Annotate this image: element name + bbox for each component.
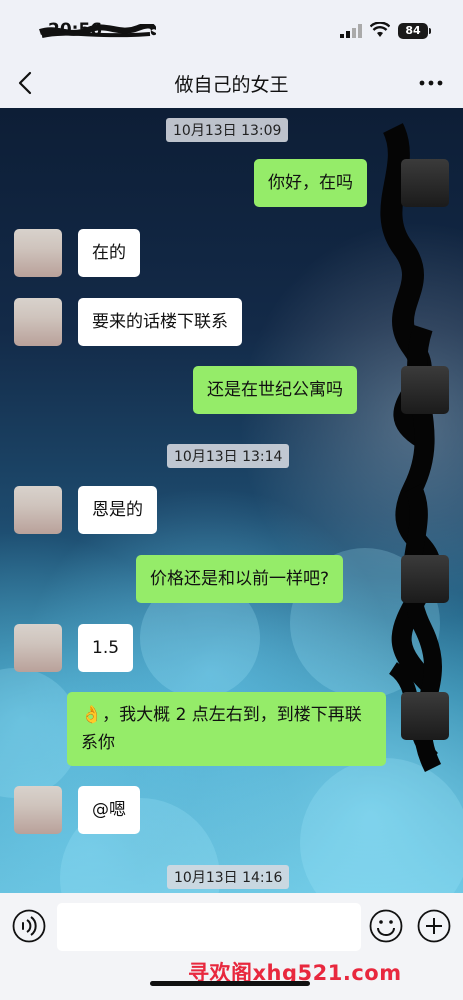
status-bar: 20:56 84 xyxy=(0,0,463,58)
sent-message[interactable]: 还是在世纪公寓吗 xyxy=(193,366,357,414)
received-message[interactable]: 在的 xyxy=(78,229,140,277)
signal-icon xyxy=(340,24,362,38)
emoji-icon[interactable] xyxy=(369,909,403,943)
timestamp: 10月13日 14:16 xyxy=(167,865,290,889)
voice-icon[interactable] xyxy=(12,909,46,943)
home-indicator xyxy=(150,981,310,986)
redaction-scribble xyxy=(39,24,156,38)
ok-hand-emoji: 👌 xyxy=(81,705,103,725)
self-avatar[interactable] xyxy=(401,366,449,414)
wifi-icon xyxy=(370,22,390,37)
contact-avatar[interactable] xyxy=(14,786,62,834)
sent-message[interactable]: 价格还是和以前一样吧? xyxy=(136,555,344,603)
contact-avatar[interactable] xyxy=(14,298,62,346)
received-message[interactable]: 恩是的 xyxy=(78,486,157,534)
message-text: ，我大概 2 点左右到，到楼下再联系你 xyxy=(81,705,362,753)
redaction-scribble xyxy=(380,123,442,773)
received-message[interactable]: 要来的话楼下联系 xyxy=(78,298,242,346)
more-icon[interactable] xyxy=(419,80,443,86)
input-bar: 寻欢阁xhg521.com xyxy=(0,893,463,1000)
self-avatar[interactable] xyxy=(401,159,449,207)
received-message[interactable]: 1.5 xyxy=(78,624,134,672)
self-avatar[interactable] xyxy=(401,555,449,603)
contact-avatar[interactable] xyxy=(14,229,62,277)
timestamp: 10月13日 13:14 xyxy=(167,444,290,468)
sent-message[interactable]: 你好，在吗 xyxy=(254,159,367,207)
received-message[interactable]: @嗯 xyxy=(78,786,140,834)
chat-title: 做自己的女王 xyxy=(174,74,289,96)
chat-header: 做自己的女王 xyxy=(0,58,463,108)
self-avatar[interactable] xyxy=(401,692,449,740)
battery-icon: 84 xyxy=(398,23,431,39)
contact-avatar[interactable] xyxy=(14,486,62,534)
message-input[interactable] xyxy=(57,903,361,951)
timestamp: 10月13日 13:09 xyxy=(166,118,289,142)
contact-avatar[interactable] xyxy=(14,624,62,672)
sent-message[interactable]: 👌，我大概 2 点左右到，到楼下再联系你 xyxy=(67,692,386,766)
plus-icon[interactable] xyxy=(417,909,451,943)
chat-area[interactable]: 10月13日 13:09 你好，在吗 在的 要来的话楼下联系 还是在世纪公寓吗 … xyxy=(0,108,463,893)
